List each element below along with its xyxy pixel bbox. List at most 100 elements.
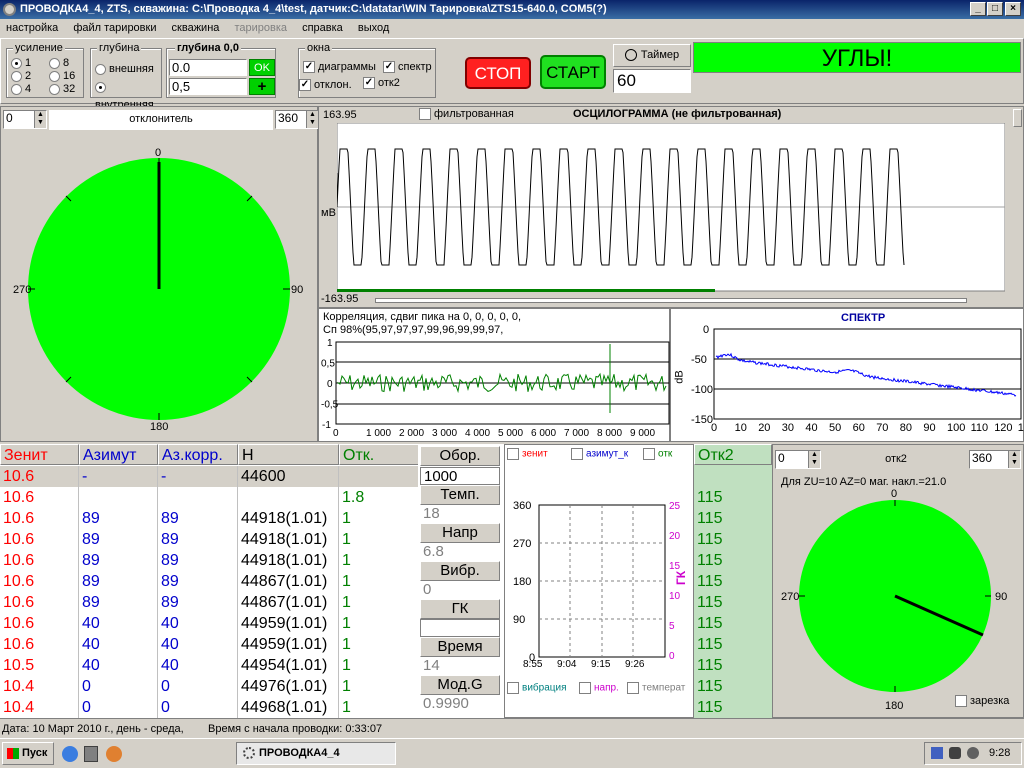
security-icon[interactable] [967, 747, 979, 759]
otk2-cell: 115 [697, 573, 723, 590]
spectrum-checkbox[interactable]: ✓ спектр [383, 61, 432, 74]
tick-label: 130 [1018, 422, 1024, 434]
tick-label: 7 000 [564, 428, 589, 439]
close-button[interactable]: × [1005, 2, 1021, 16]
volume-icon[interactable] [949, 747, 961, 759]
gain-radio-4[interactable]: 4 [11, 83, 31, 96]
gain-radio-32[interactable]: 32 [49, 83, 75, 96]
tick-label: 9:15 [591, 659, 611, 670]
tick-label: 100 [947, 422, 965, 434]
dial-label-n: 0 [155, 147, 161, 159]
gk-value [420, 619, 500, 637]
col-header-azcorr[interactable]: Аз.корр. [158, 444, 238, 465]
status-date: Дата: 10 Март 2010 г., день - среда, [2, 723, 184, 735]
otk2-max-input[interactable]: 360 ▲ ▼ [969, 450, 1021, 469]
stop-button[interactable]: СТОП [465, 57, 531, 89]
trend-temp-checkbox[interactable]: температ [627, 682, 685, 694]
depth-external-radio[interactable]: внешняя [95, 60, 161, 78]
checkbox-icon [419, 108, 431, 121]
tick-label: 5 000 [498, 428, 523, 439]
spin-arrows-icon[interactable]: ▲ ▼ [306, 111, 318, 128]
gain-radio-8[interactable]: 8 [49, 57, 75, 70]
col-header-h[interactable]: H [238, 444, 339, 465]
calculator-icon[interactable] [84, 746, 98, 762]
diagrams-checkbox[interactable]: ✓ диаграммы [303, 61, 376, 74]
window-title: ПРОВОДКА4_4, ZTS, скважина: C:\Проводка … [20, 3, 607, 15]
zarezka-checkbox[interactable]: зарезка [955, 695, 1009, 708]
trend-voltage-checkbox[interactable]: напр. [579, 682, 619, 694]
menu-exit[interactable]: выход [358, 22, 389, 34]
col-header-azimuth[interactable]: Азимут [79, 444, 158, 465]
tick-label: 270 [513, 538, 531, 550]
radio-icon [95, 63, 106, 75]
rpm-value: 1000 [420, 467, 500, 485]
checkbox-icon [643, 448, 655, 460]
depth-ok-button[interactable]: OK [249, 59, 275, 76]
spin-arrows-icon[interactable]: ▲ ▼ [808, 451, 820, 468]
taskbar-app-button[interactable]: ПРОВОДКА4_4 [236, 742, 396, 765]
spin-arrows-icon[interactable]: ▲ ▼ [1008, 451, 1020, 468]
corr-line2: Сп 98%(95,97,97,97,99,96,99,99,97, [323, 324, 504, 336]
table-cell: 1 [339, 571, 420, 592]
menu-help[interactable]: справка [302, 22, 343, 34]
table-cell: 89 [79, 571, 158, 592]
gain-radio-1[interactable]: 1 [11, 57, 31, 70]
menu-settings[interactable]: настройка [6, 22, 58, 34]
col-header-otk[interactable]: Отк. [339, 444, 420, 465]
table-cell: 40 [158, 613, 238, 634]
gain-radio-2[interactable]: 2 [11, 70, 31, 83]
gain-radio-16[interactable]: 16 [49, 70, 75, 83]
deviation-checkbox[interactable]: ✓ отклон. [299, 79, 352, 92]
deflector-max-input[interactable]: 360 ▲ ▼ [275, 110, 319, 129]
trend-otk-checkbox[interactable]: отк [643, 448, 672, 460]
menu-well[interactable]: скважина [172, 22, 220, 34]
media-icon[interactable] [106, 746, 122, 762]
table-cell: 10.6 [0, 529, 79, 550]
vibration-value: 0 [423, 581, 432, 598]
table-cell: 1 [339, 676, 420, 697]
dial-label-w: 270 [13, 284, 31, 296]
minimize-button[interactable]: _ [970, 2, 986, 16]
table-cell: 10.6 [0, 571, 79, 592]
temp-label: Темп. [420, 485, 500, 505]
ie-icon[interactable] [62, 746, 78, 762]
depth-plus-button[interactable]: + [249, 78, 275, 95]
timer-input[interactable]: 60 [613, 69, 691, 93]
menu-calibration[interactable]: тарировка [234, 22, 287, 34]
checkbox-icon [579, 682, 591, 694]
otk2-checkbox[interactable]: ✓ отк2 [363, 77, 400, 90]
table-cell: 44968(1.01) [238, 697, 339, 718]
start-button[interactable]: СТАРТ [540, 55, 606, 89]
col-header-zenith[interactable]: Зенит [0, 444, 79, 465]
table-cell: 10.6 [0, 508, 79, 529]
tick-label: 8 000 [597, 428, 622, 439]
trend-vibration-checkbox[interactable]: вибрация [507, 682, 566, 694]
trend-azimuth-checkbox[interactable]: азимут_к [571, 448, 628, 460]
data-table: Зенит Азимут Аз.корр. H Отк. 10.6- -44600… [0, 444, 420, 718]
windows-label: окна [305, 42, 333, 54]
tick-label: 10 [669, 591, 681, 602]
filtered-checkbox[interactable]: фильтрованная [419, 108, 514, 121]
table-cell: 1 [339, 550, 420, 571]
start-menu-button[interactable]: Пуск [2, 742, 54, 765]
depth-input-2[interactable]: 0,5 [169, 78, 247, 95]
maximize-button[interactable]: □ [987, 2, 1003, 16]
tick-label: 90 [923, 422, 935, 434]
deflector-min-input[interactable]: 0 ▲ ▼ [3, 110, 47, 129]
dial-label-e: 90 [995, 591, 1007, 603]
tick-label: 9:26 [625, 659, 645, 670]
timer-button[interactable]: Таймер [613, 44, 691, 67]
trend-zenith-checkbox[interactable]: зенит [507, 448, 548, 460]
table-cell: 0 [79, 676, 158, 697]
depth-panel: глубина 0,0 0.0 OK 0,5 + [166, 42, 276, 98]
osc-side-slider[interactable] [1013, 109, 1022, 127]
menu-calibration-file[interactable]: файл тарировки [73, 22, 156, 34]
otk2-cell: 115 [697, 531, 723, 548]
spin-arrows-icon[interactable]: ▲ ▼ [34, 111, 46, 128]
otk2-header[interactable]: Отк2 [694, 444, 772, 465]
table-cell: 10.5 [0, 655, 79, 676]
osc-scrollbar[interactable] [375, 298, 967, 303]
otk2-min-input[interactable]: 0 ▲ ▼ [775, 450, 821, 469]
depth-input-1[interactable]: 0.0 [169, 59, 247, 76]
network-icon[interactable] [931, 747, 943, 759]
